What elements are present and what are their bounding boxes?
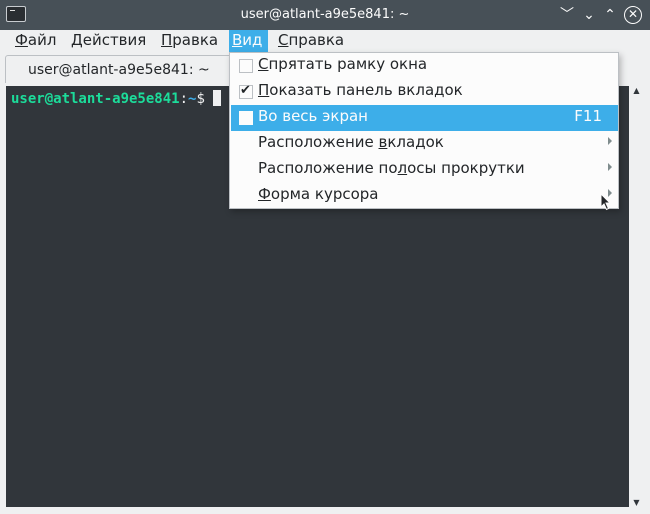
checkbox-hide-frame[interactable] [239, 59, 253, 73]
window-titlebar[interactable]: user@atlant-a9e5e841: ~ ﹀ ⌄ ⌃ ✕ [0, 0, 650, 30]
menu-item-hide-frame[interactable]: Спрятать рамку окна [231, 53, 618, 79]
menu-item-fullscreen[interactable]: Во весь экран F11 [231, 105, 618, 131]
menu-help[interactable]: Справка [275, 30, 347, 52]
menu-item-label: Расположение вкладок [258, 133, 444, 151]
close-icon[interactable]: ✕ [624, 6, 642, 24]
menu-item-label: Спрятать рамку окна [258, 55, 428, 73]
menu-item-cursor-shape[interactable]: Форма курсора [231, 183, 618, 209]
shortcut-label: F11 [574, 107, 602, 125]
menubar: Файл Действия Правка Вид Справка [0, 30, 650, 52]
scrollbar[interactable]: ▲ ▼ [629, 86, 644, 507]
window-title: user@atlant-a9e5e841: ~ [240, 7, 410, 22]
submenu-arrow-icon [608, 163, 612, 171]
tab-session[interactable]: user@atlant-a9e5e841: ~ [5, 55, 235, 83]
minimize-icon[interactable]: ⌄ [580, 6, 598, 24]
menu-item-tab-position[interactable]: Расположение вкладок [231, 131, 618, 157]
checkbox-fullscreen[interactable] [239, 111, 253, 125]
mouse-pointer-icon [600, 193, 612, 211]
view-menu-dropdown: Спрятать рамку окна Показать панель вкла… [229, 52, 619, 209]
menu-item-label: Форма курсора [258, 185, 379, 203]
menu-view[interactable]: Вид [229, 30, 268, 52]
maximize-icon[interactable]: ⌃ [601, 6, 619, 24]
menu-file[interactable]: Файл [12, 30, 59, 52]
scroll-down-icon[interactable]: ▼ [629, 498, 644, 507]
menu-item-label: Расположение полосы прокрутки [258, 159, 525, 177]
submenu-arrow-icon [608, 137, 612, 145]
shell-prompt: user@atlant-a9e5e841:~$ [11, 90, 222, 107]
keep-above-icon[interactable]: ﹀ [558, 6, 576, 24]
menu-item-label: Во весь экран [258, 107, 368, 125]
text-cursor [213, 90, 222, 106]
scroll-up-icon[interactable]: ▲ [629, 86, 644, 95]
menu-edit[interactable]: Правка [158, 30, 221, 52]
menu-item-label: Показать панель вкладок [258, 81, 463, 99]
menu-item-show-tabbar[interactable]: Показать панель вкладок [231, 79, 618, 105]
checkbox-show-tabbar[interactable] [239, 83, 253, 99]
menu-item-scrollbar-position[interactable]: Расположение полосы прокрутки [231, 157, 618, 183]
menu-actions[interactable]: Действия [68, 30, 149, 52]
